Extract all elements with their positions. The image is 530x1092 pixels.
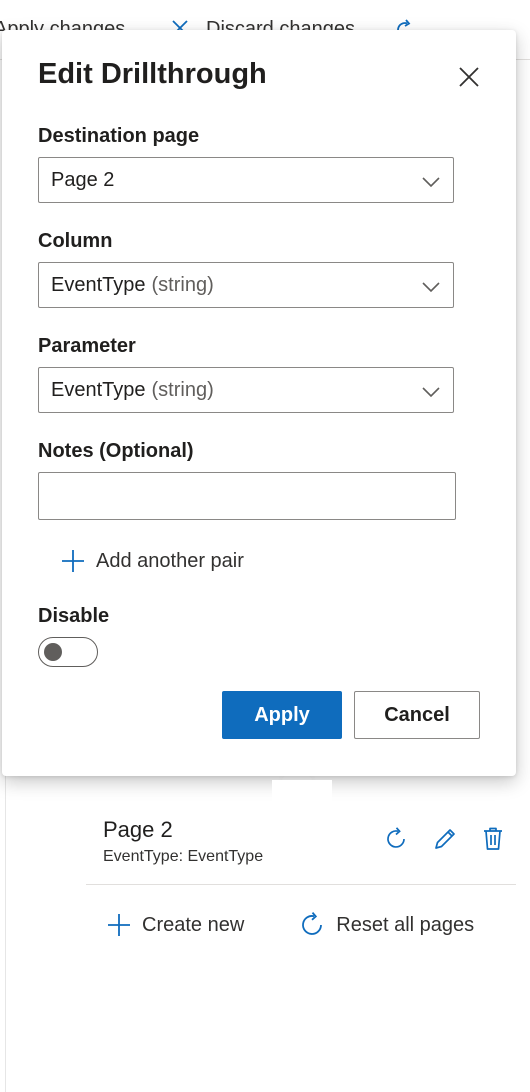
add-another-pair-label: Add another pair xyxy=(96,549,244,572)
parameter-type: (string) xyxy=(151,378,214,401)
disable-label: Disable xyxy=(38,605,110,627)
plus-icon xyxy=(104,910,134,940)
column-type: (string) xyxy=(151,273,214,296)
chevron-down-icon xyxy=(421,172,441,195)
page-item-name: Page 2 xyxy=(103,817,173,842)
column-value: EventType xyxy=(51,273,146,296)
page-item-mapping: EventType: EventType xyxy=(103,848,264,865)
chevron-down-icon xyxy=(421,382,441,405)
notes-label: Notes (Optional) xyxy=(38,440,194,462)
cancel-button[interactable]: Cancel xyxy=(354,691,480,739)
chevron-down-icon xyxy=(421,277,441,300)
edit-pencil-icon[interactable] xyxy=(430,824,460,854)
close-icon[interactable] xyxy=(454,62,484,92)
disable-toggle[interactable] xyxy=(38,637,98,667)
refresh-icon xyxy=(298,910,328,940)
toggle-knob xyxy=(44,643,62,661)
reset-all-pages-label: Reset all pages xyxy=(336,913,475,936)
add-another-pair-button[interactable]: Add another pair xyxy=(60,548,244,574)
destination-page-value: Page 2 xyxy=(51,168,115,191)
column-label: Column xyxy=(38,230,113,252)
column-dropdown[interactable]: EventType (string) xyxy=(38,262,454,308)
delete-trash-icon[interactable] xyxy=(478,824,508,854)
apply-button[interactable]: Apply xyxy=(222,691,342,739)
reset-all-pages-button[interactable]: Reset all pages xyxy=(298,910,474,940)
plus-icon xyxy=(60,548,86,574)
destination-page-label: Destination page xyxy=(38,125,200,147)
parameter-label: Parameter xyxy=(38,335,136,357)
dialog-title: Edit Drillthrough xyxy=(38,58,267,90)
destination-page-dropdown[interactable]: Page 2 xyxy=(38,157,454,203)
parameter-dropdown[interactable]: EventType (string) xyxy=(38,367,454,413)
reset-page-icon[interactable] xyxy=(382,824,412,854)
page-list-item[interactable]: Page 2 EventType: EventType xyxy=(86,800,516,885)
parameter-value: EventType xyxy=(51,378,146,401)
create-new-button[interactable]: Create new xyxy=(104,910,244,940)
notes-input[interactable] xyxy=(38,472,456,520)
edit-drillthrough-dialog: Edit Drillthrough Destination page Page … xyxy=(2,30,516,806)
create-new-label: Create new xyxy=(142,913,245,936)
